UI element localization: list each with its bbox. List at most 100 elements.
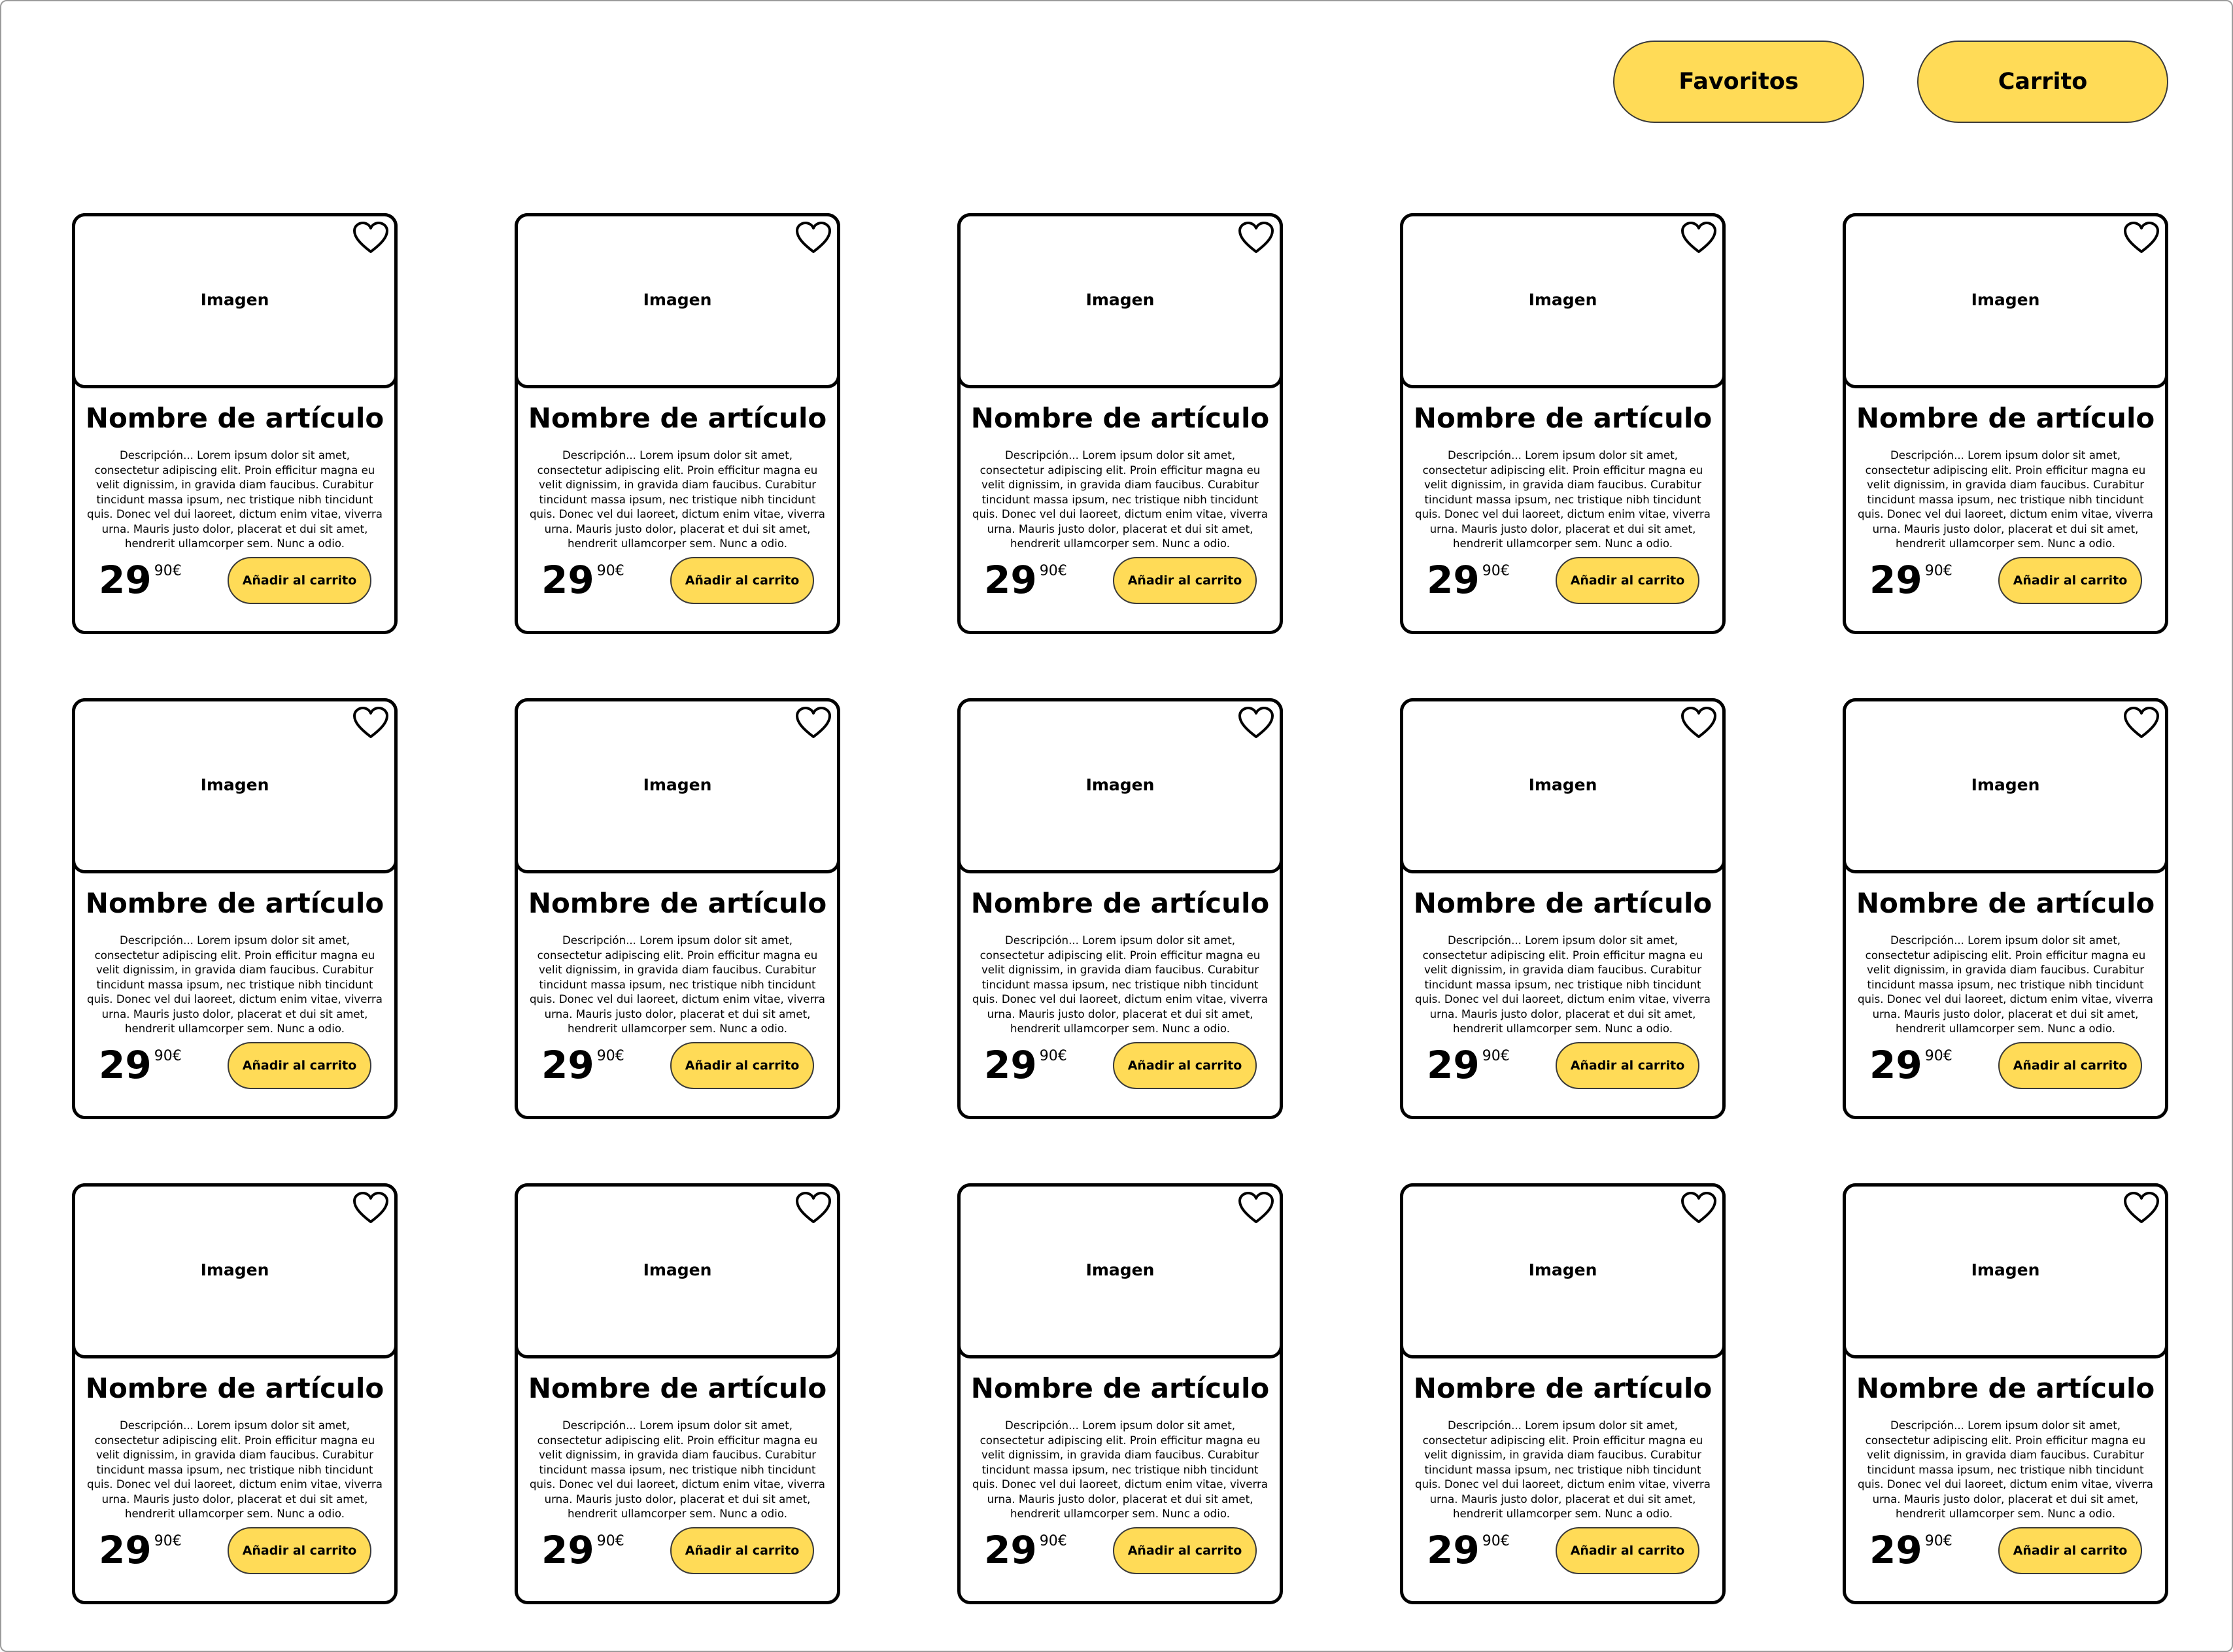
product-card-5: Imagen Nombre de artículo Descripción...…	[1843, 213, 2168, 634]
image-label: Imagen	[643, 1260, 712, 1279]
product-description: Descripción... Lorem ipsum dolor sit ame…	[972, 934, 1268, 1035]
cart-button[interactable]: Carrito	[1917, 41, 2168, 123]
product-price: 29 90€	[984, 1046, 1067, 1084]
add-to-cart-button[interactable]: Añadir al carrito	[670, 1042, 814, 1089]
product-price: 29 90€	[99, 1528, 182, 1572]
heart-icon[interactable]	[1238, 706, 1274, 740]
add-to-cart-button[interactable]: Añadir al carrito	[1113, 557, 1257, 604]
product-name: Nombre de artículo	[1413, 402, 1713, 434]
product-card-7: Imagen Nombre de artículo Descripción...…	[515, 698, 840, 1119]
price-decimal: 90€	[596, 1048, 624, 1064]
product-price: 29 90€	[1869, 1043, 1952, 1087]
price-decimal: 90€	[1924, 563, 1952, 579]
add-to-cart-button[interactable]: Añadir al carrito	[1113, 1042, 1257, 1089]
add-to-cart-button[interactable]: Añadir al carrito	[228, 1527, 371, 1574]
product-description: Descripción... Lorem ipsum dolor sit ame…	[530, 1419, 825, 1520]
product-name: Nombre de artículo	[1856, 887, 2155, 919]
price-decimal: 90€	[596, 1533, 624, 1549]
product-price: 29 90€	[99, 558, 182, 602]
price-integer: 29	[1869, 558, 1922, 602]
heart-icon[interactable]	[1238, 221, 1274, 255]
image-label: Imagen	[1085, 290, 1155, 309]
product-image-placeholder: Imagen	[1400, 1183, 1726, 1358]
product-card-13: Imagen Nombre de artículo Descripción...…	[957, 1183, 1283, 1604]
image-label: Imagen	[1528, 1260, 1597, 1279]
heart-icon[interactable]	[795, 706, 832, 740]
image-label: Imagen	[1528, 290, 1597, 309]
heart-icon[interactable]	[352, 706, 389, 740]
product-image-placeholder: Imagen	[515, 213, 840, 388]
product-description: Descripción... Lorem ipsum dolor sit ame…	[1415, 934, 1711, 1035]
product-description: Descripción... Lorem ipsum dolor sit ame…	[1858, 1419, 2153, 1520]
price-integer: 29	[1869, 1043, 1922, 1087]
price-decimal: 90€	[1039, 563, 1067, 579]
product-description: Descripción... Lorem ipsum dolor sit ame…	[530, 934, 825, 1035]
product-card-15: Imagen Nombre de artículo Descripción...…	[1843, 1183, 2168, 1604]
add-to-cart-button[interactable]: Añadir al carrito	[670, 557, 814, 604]
product-name: Nombre de artículo	[85, 1372, 384, 1404]
product-description: Descripción... Lorem ipsum dolor sit ame…	[972, 449, 1268, 550]
heart-icon[interactable]	[1680, 706, 1717, 740]
add-to-cart-button[interactable]: Añadir al carrito	[228, 557, 371, 604]
product-image-placeholder: Imagen	[1843, 213, 2168, 388]
product-description: Descripción... Lorem ipsum dolor sit ame…	[1858, 449, 2153, 550]
product-image-placeholder: Imagen	[957, 1183, 1283, 1358]
price-decimal: 90€	[1482, 1048, 1510, 1064]
add-to-cart-button[interactable]: Añadir al carrito	[1998, 557, 2142, 604]
product-card-4: Imagen Nombre de artículo Descripción...…	[1400, 213, 1726, 634]
add-to-cart-button[interactable]: Añadir al carrito	[1556, 557, 1699, 604]
product-name: Nombre de artículo	[528, 1372, 827, 1404]
price-decimal: 90€	[1482, 563, 1510, 579]
product-card-6: Imagen Nombre de artículo Descripción...…	[72, 698, 398, 1119]
price-integer: 29	[1869, 1528, 1922, 1572]
heart-icon[interactable]	[352, 221, 389, 255]
heart-icon[interactable]	[2123, 1191, 2160, 1225]
product-description: Descripción... Lorem ipsum dolor sit ame…	[87, 934, 383, 1035]
add-to-cart-button[interactable]: Añadir al carrito	[228, 1042, 371, 1089]
image-label: Imagen	[1971, 290, 2040, 309]
image-label: Imagen	[1085, 775, 1155, 794]
heart-icon[interactable]	[1680, 1191, 1717, 1225]
add-to-cart-button[interactable]: Añadir al carrito	[1998, 1042, 2142, 1089]
price-decimal: 90€	[154, 563, 182, 579]
heart-icon[interactable]	[352, 1191, 389, 1225]
heart-icon[interactable]	[2123, 221, 2160, 255]
price-integer: 29	[541, 558, 594, 602]
product-card-1: Imagen Nombre de artículo Descripción...…	[72, 213, 398, 634]
product-image-placeholder: Imagen	[1843, 1183, 2168, 1358]
price-decimal: 90€	[1482, 1533, 1510, 1549]
add-to-cart-button[interactable]: Añadir al carrito	[1556, 1042, 1699, 1089]
product-price: 29 90€	[541, 558, 624, 602]
product-description: Descripción... Lorem ipsum dolor sit ame…	[972, 1419, 1268, 1520]
product-price: 29 90€	[1427, 1531, 1510, 1569]
product-image-placeholder: Imagen	[957, 698, 1283, 873]
product-price: 29 90€	[1427, 558, 1510, 602]
add-to-cart-button[interactable]: Añadir al carrito	[1556, 1527, 1699, 1574]
heart-icon[interactable]	[1680, 221, 1717, 255]
heart-icon[interactable]	[795, 221, 832, 255]
image-label: Imagen	[643, 290, 712, 309]
price-decimal: 90€	[596, 563, 624, 579]
image-label: Imagen	[200, 775, 269, 794]
heart-icon[interactable]	[795, 1191, 832, 1225]
price-decimal: 90€	[1924, 1048, 1952, 1064]
add-to-cart-button[interactable]: Añadir al carrito	[1998, 1527, 2142, 1574]
price-integer: 29	[99, 558, 152, 602]
product-name: Nombre de artículo	[85, 402, 384, 434]
price-integer: 29	[99, 1528, 152, 1572]
product-price: 29 90€	[984, 561, 1067, 599]
add-to-cart-button[interactable]: Añadir al carrito	[670, 1527, 814, 1574]
heart-icon[interactable]	[2123, 706, 2160, 740]
product-price: 29 90€	[541, 1043, 624, 1087]
favorites-button[interactable]: Favoritos	[1613, 41, 1864, 123]
product-card-14: Imagen Nombre de artículo Descripción...…	[1400, 1183, 1726, 1604]
product-name: Nombre de artículo	[85, 887, 384, 919]
product-image-placeholder: Imagen	[1400, 698, 1726, 873]
product-name: Nombre de artículo	[970, 402, 1270, 434]
heart-icon[interactable]	[1238, 1191, 1274, 1225]
price-integer: 29	[541, 1043, 594, 1087]
product-description: Descripción... Lorem ipsum dolor sit ame…	[1858, 934, 2153, 1035]
product-card-11: Imagen Nombre de artículo Descripción...…	[72, 1183, 398, 1604]
add-to-cart-button[interactable]: Añadir al carrito	[1113, 1527, 1257, 1574]
price-integer: 29	[1427, 558, 1480, 602]
